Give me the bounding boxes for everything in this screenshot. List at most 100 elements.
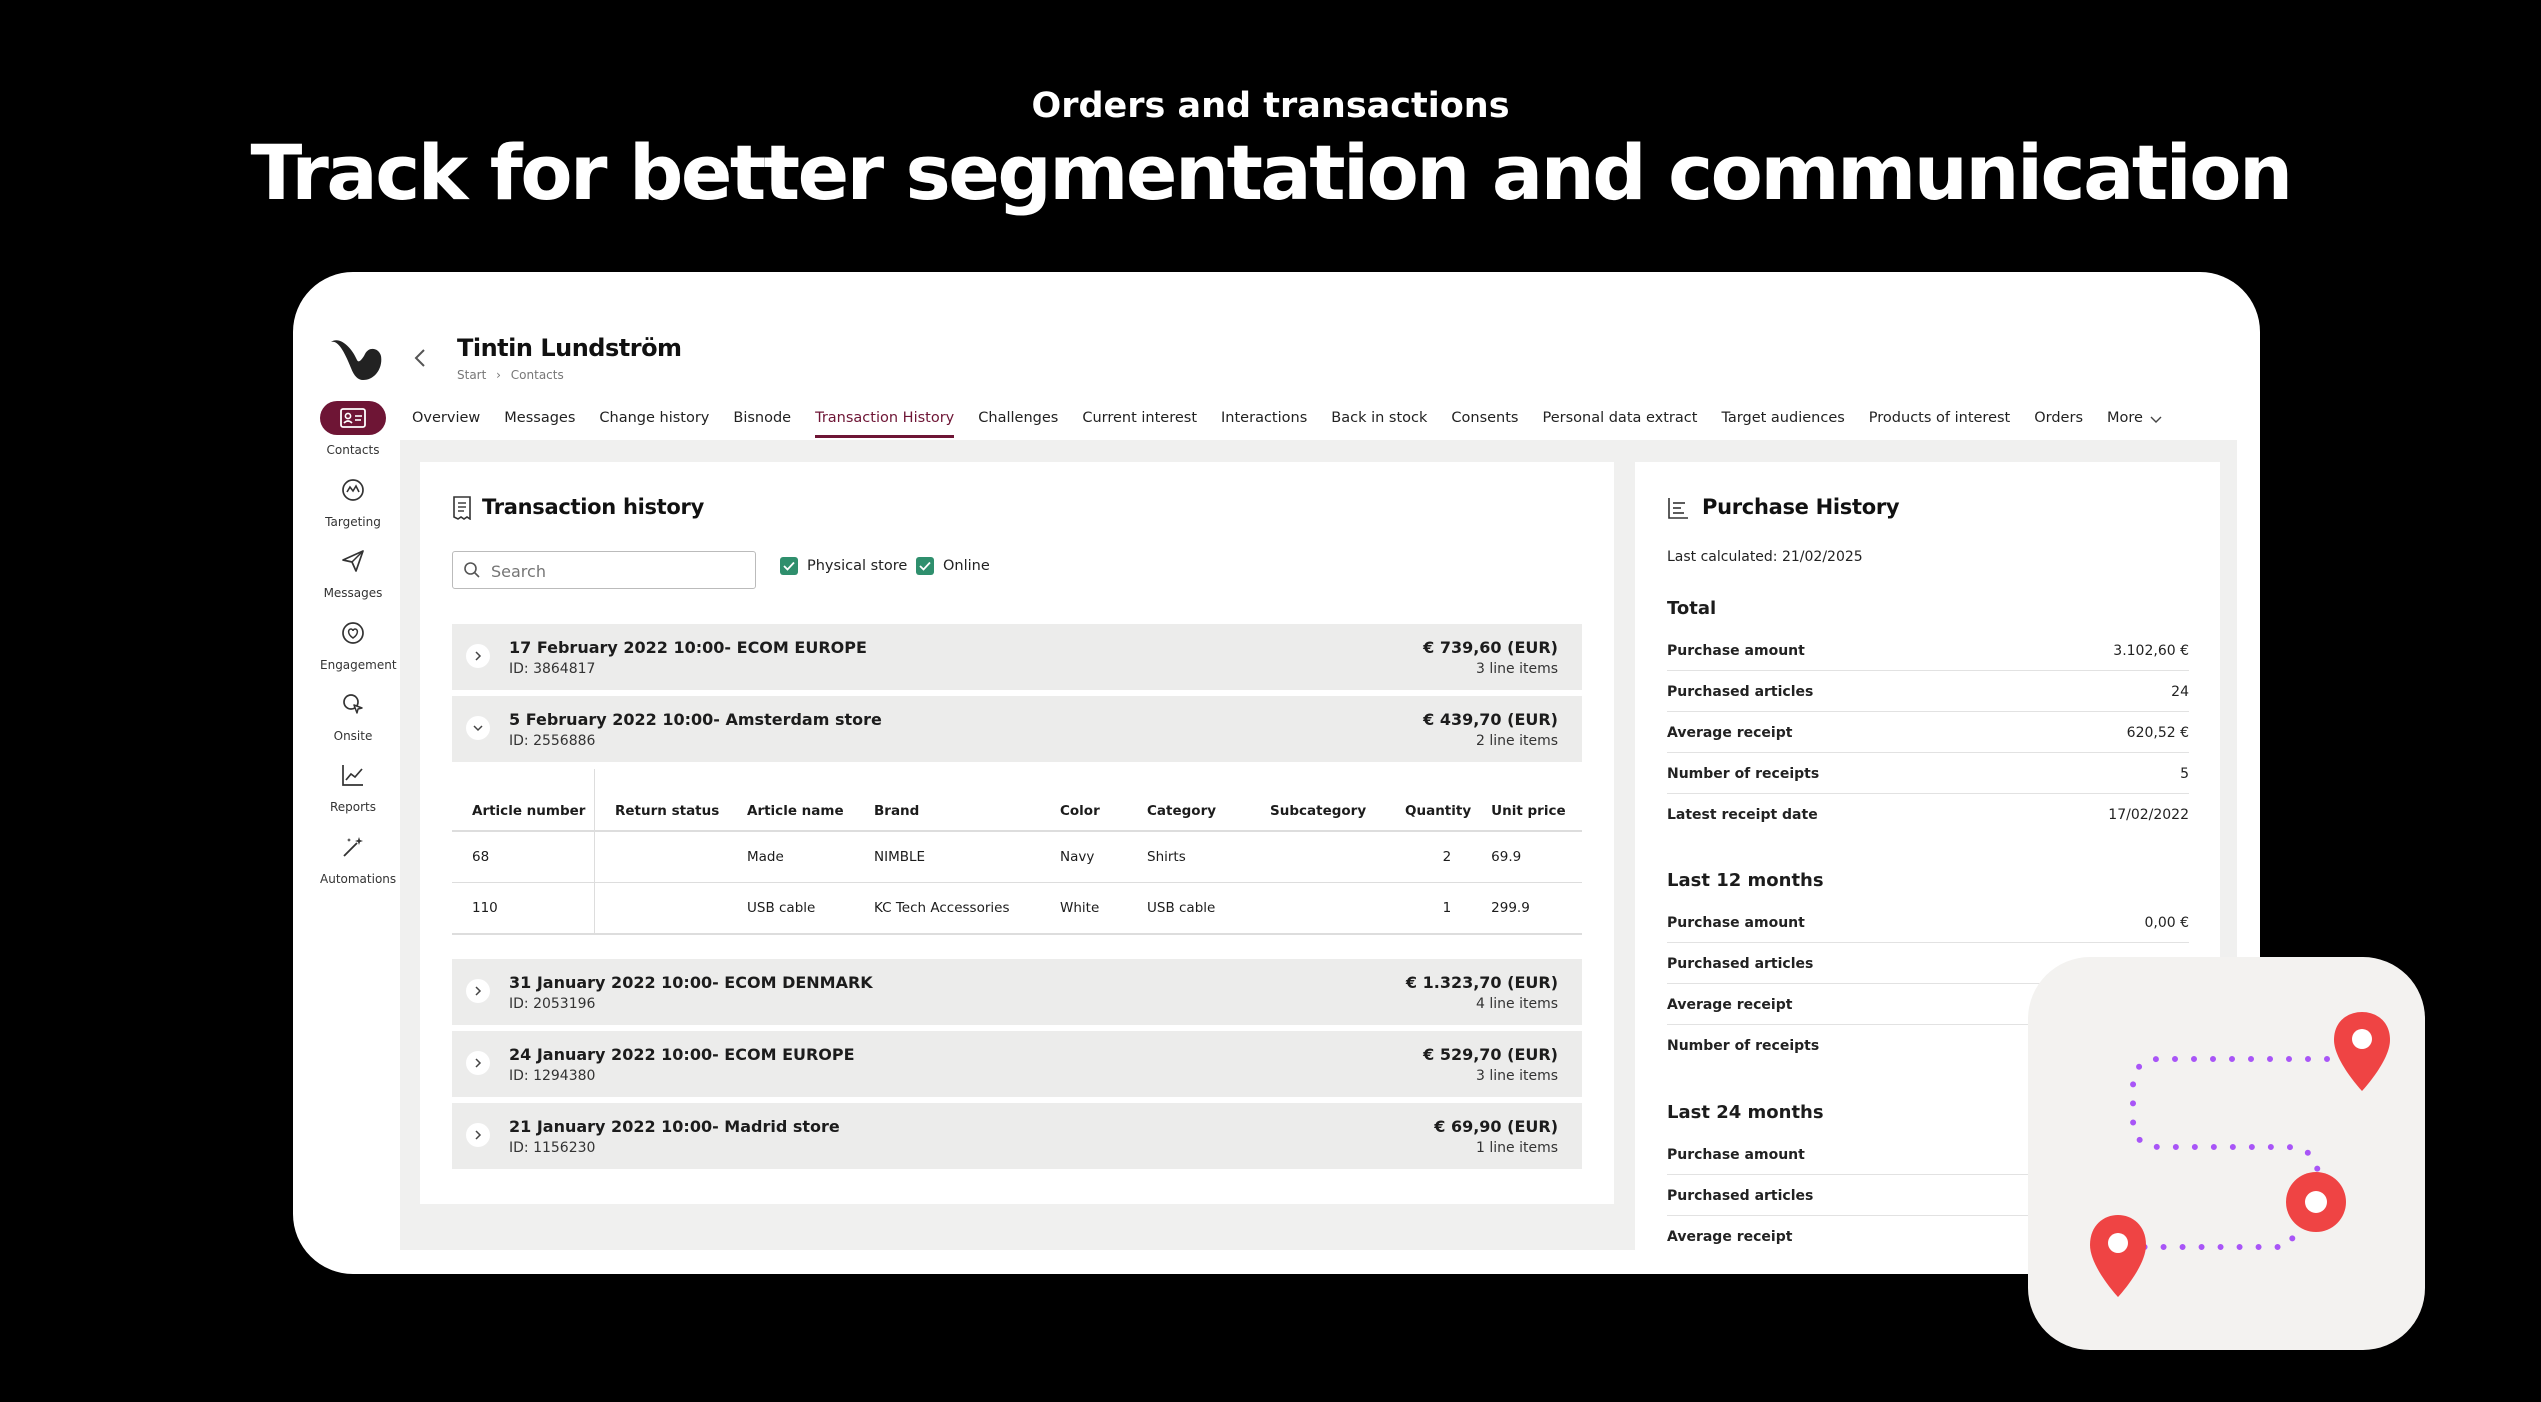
transaction-id: ID: 1156230 bbox=[509, 1140, 596, 1156]
section-heading-last-24-months: Last 24 months bbox=[1667, 1102, 1824, 1123]
tab-messages[interactable]: Messages bbox=[504, 410, 575, 438]
breadcrumb-chevron-icon: › bbox=[496, 368, 501, 382]
column-header[interactable]: Unit price bbox=[1471, 769, 1582, 832]
search-input[interactable] bbox=[489, 561, 743, 582]
transaction-row[interactable]: 17 February 2022 10:00- ECOM EUROPE ID: … bbox=[452, 624, 1582, 690]
stat-label: Purchase amount bbox=[1667, 643, 1805, 659]
transaction-title: 5 February 2022 10:00- Amsterdam store bbox=[509, 710, 882, 729]
sidebar-item-onsite[interactable]: Onsite bbox=[320, 687, 386, 743]
hero-subtitle: Orders and transactions bbox=[1031, 86, 1510, 126]
last-calculated: Last calculated: 21/02/2025 bbox=[1667, 549, 1863, 565]
sidebar-item-automations[interactable]: Automations bbox=[320, 830, 396, 886]
sidebar-label: Contacts bbox=[326, 443, 380, 457]
transaction-line-items: 4 line items bbox=[1476, 996, 1558, 1012]
targeting-icon bbox=[320, 473, 386, 507]
automations-icon bbox=[320, 830, 386, 864]
tab-change-history[interactable]: Change history bbox=[599, 410, 709, 438]
tab-overview[interactable]: Overview bbox=[412, 410, 480, 438]
tab-products-of-interest[interactable]: Products of interest bbox=[1869, 410, 2010, 438]
chevron-right-icon[interactable] bbox=[466, 1123, 490, 1147]
section-heading-total: Total bbox=[1667, 598, 1717, 619]
chevron-down-icon bbox=[2150, 416, 2162, 423]
transaction-title: 24 January 2022 10:00- ECOM EUROPE bbox=[509, 1045, 855, 1064]
stat-label: Purchased articles bbox=[1667, 684, 1814, 700]
table-row: 68 Made NIMBLE Navy Shirts 2 69.9 bbox=[452, 831, 1582, 883]
stat-label: Purchase amount bbox=[1667, 915, 1805, 931]
table-cell: 110 bbox=[452, 882, 595, 935]
sidebar-item-targeting[interactable]: Targeting bbox=[320, 473, 386, 529]
chevron-right-icon[interactable] bbox=[466, 644, 490, 668]
filter-label: Online bbox=[943, 558, 990, 574]
chevron-down-icon[interactable] bbox=[466, 716, 490, 740]
sidebar-item-contacts[interactable]: Contacts bbox=[320, 401, 386, 457]
table-cell: Navy bbox=[1040, 831, 1127, 883]
column-header[interactable]: Brand bbox=[854, 769, 1040, 832]
filter-online-checkbox[interactable]: Online bbox=[916, 557, 990, 575]
tab-consents[interactable]: Consents bbox=[1451, 410, 1518, 438]
route-illustration-card bbox=[2028, 957, 2425, 1350]
table-cell: KC Tech Accessories bbox=[854, 882, 1040, 935]
stat-label: Latest receipt date bbox=[1667, 807, 1818, 823]
chevron-right-icon[interactable] bbox=[466, 1051, 490, 1075]
transaction-row[interactable]: 24 January 2022 10:00- ECOM EUROPE ID: 1… bbox=[452, 1031, 1582, 1097]
filter-label: Physical store bbox=[807, 558, 908, 574]
stat-label: Purchased articles bbox=[1667, 1188, 1814, 1204]
table-cell: White bbox=[1040, 882, 1127, 935]
checkbox-checked-icon bbox=[780, 557, 798, 575]
stat-value: 3.102,60 € bbox=[2113, 643, 2189, 659]
table-cell: 68 bbox=[452, 831, 595, 883]
tab-target-audiences[interactable]: Target audiences bbox=[1721, 410, 1844, 438]
table-cell bbox=[1250, 882, 1385, 935]
engagement-icon bbox=[320, 616, 386, 650]
tab-more[interactable]: More bbox=[2107, 410, 2163, 438]
tab-current-interest[interactable]: Current interest bbox=[1082, 410, 1197, 438]
tab-personal-data-extract[interactable]: Personal data extract bbox=[1542, 410, 1697, 438]
bar-list-icon bbox=[1668, 498, 1688, 519]
column-header[interactable]: Subcategory bbox=[1250, 769, 1385, 832]
transaction-row[interactable]: 31 January 2022 10:00- ECOM DENMARK ID: … bbox=[452, 959, 1582, 1025]
column-header[interactable]: Category bbox=[1127, 769, 1250, 832]
tab-orders[interactable]: Orders bbox=[2034, 410, 2083, 438]
stat-row: Average receipt 620,52 € bbox=[1667, 712, 2189, 753]
chevron-right-icon[interactable] bbox=[466, 979, 490, 1003]
checkbox-checked-icon bbox=[916, 557, 934, 575]
column-header[interactable]: Quantity bbox=[1385, 769, 1472, 832]
transaction-id: ID: 3864817 bbox=[509, 661, 596, 677]
sidebar-item-engagement[interactable]: Engagement bbox=[320, 616, 397, 672]
column-header[interactable]: Return status bbox=[594, 769, 727, 832]
stat-row: Purchased articles 24 bbox=[1667, 671, 2189, 712]
breadcrumb-contacts[interactable]: Contacts bbox=[511, 368, 564, 382]
contact-name: Tintin Lundström bbox=[457, 334, 682, 362]
tab-interactions[interactable]: Interactions bbox=[1221, 410, 1307, 438]
table-row: 110 USB cable KC Tech Accessories White … bbox=[452, 882, 1582, 935]
tab-challenges[interactable]: Challenges bbox=[978, 410, 1058, 438]
section-heading-last-12-months: Last 12 months bbox=[1667, 870, 1824, 891]
transaction-line-items: 2 line items bbox=[1476, 733, 1558, 749]
transaction-row-expanded[interactable]: 5 February 2022 10:00- Amsterdam store I… bbox=[452, 696, 1582, 762]
search-icon bbox=[464, 562, 480, 578]
tab-bisnode[interactable]: Bisnode bbox=[733, 410, 791, 438]
back-chevron-icon[interactable] bbox=[413, 346, 427, 376]
sidebar-label: Engagement bbox=[320, 658, 397, 672]
column-header[interactable]: Article number bbox=[452, 769, 595, 832]
column-header[interactable]: Color bbox=[1040, 769, 1127, 832]
filter-physical-store-checkbox[interactable]: Physical store bbox=[780, 557, 907, 575]
receipt-icon bbox=[453, 496, 471, 520]
tab-transaction-history[interactable]: Transaction History bbox=[815, 410, 955, 438]
breadcrumb: Start › Contacts bbox=[457, 368, 570, 382]
app-window: Contacts Targeting Messages Engagement O… bbox=[293, 272, 2260, 1274]
transaction-amount: € 529,70 (EUR) bbox=[1423, 1045, 1558, 1064]
brand-logo-icon[interactable] bbox=[329, 338, 383, 382]
transaction-row[interactable]: 21 January 2022 10:00- Madrid store ID: … bbox=[452, 1103, 1582, 1169]
line-items-table: Article number Return status Article nam… bbox=[452, 769, 1582, 935]
onsite-icon bbox=[320, 687, 386, 721]
column-header[interactable]: Article name bbox=[727, 769, 854, 832]
stat-label: Average receipt bbox=[1667, 1229, 1793, 1245]
breadcrumb-start[interactable]: Start bbox=[457, 368, 486, 382]
table-cell: Shirts bbox=[1127, 831, 1250, 883]
tab-back-in-stock[interactable]: Back in stock bbox=[1331, 410, 1427, 438]
table-cell bbox=[594, 882, 727, 935]
sidebar-item-messages[interactable]: Messages bbox=[320, 544, 386, 600]
transaction-id: ID: 2053196 bbox=[509, 996, 596, 1012]
sidebar-item-reports[interactable]: Reports bbox=[320, 758, 386, 814]
